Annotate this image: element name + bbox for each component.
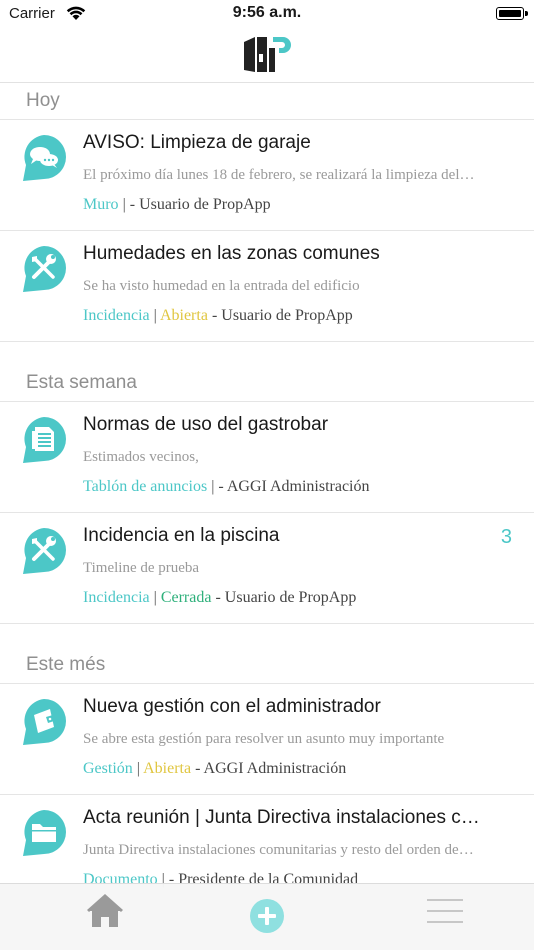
menu-icon[interactable]	[426, 896, 464, 926]
item-meta: Incidencia | Cerrada - Usuario de PropAp…	[83, 589, 357, 606]
item-snippet: El próximo día lunes 18 de febrero, se r…	[83, 167, 475, 183]
item-meta: Gestión | Abierta - AGGI Administración	[83, 760, 347, 777]
item-category: Gestión	[83, 760, 133, 777]
item-meta: Muro | - Usuario de PropApp	[83, 196, 271, 213]
item-title: Incidencia en la piscina	[83, 525, 280, 546]
section-header-today: Hoy	[0, 84, 534, 120]
item-title: AVISO: Limpieza de garaje	[83, 132, 311, 153]
item-category: Incidencia	[83, 589, 150, 606]
item-category: Muro	[83, 196, 119, 213]
feed-item[interactable]: Nueva gestión con el administrador Se ab…	[0, 684, 534, 795]
item-author: - Usuario de PropApp	[211, 307, 353, 324]
item-author: - Usuario de PropApp	[215, 589, 357, 606]
item-meta: Tablón de anuncios | - AGGI Administraci…	[83, 478, 370, 495]
feed-item[interactable]: Normas de uso del gastrobar Estimados ve…	[0, 402, 534, 513]
item-author: - AGGI Administración	[195, 760, 347, 777]
feed-item[interactable]: Humedades en las zonas comunes Se ha vis…	[0, 231, 534, 342]
clock: 9:56 a.m.	[232, 4, 302, 21]
item-snippet: Junta Directiva instalaciones comunitari…	[83, 842, 475, 858]
home-icon[interactable]	[86, 893, 124, 929]
item-status: Abierta	[159, 307, 208, 324]
document-icon	[23, 417, 66, 463]
tools-icon	[23, 528, 66, 574]
folder-icon	[23, 810, 66, 856]
item-snippet: Se ha visto humedad en la entrada del ed…	[83, 278, 360, 294]
add-circle-icon[interactable]	[249, 898, 285, 934]
item-title: Nueva gestión con el administrador	[83, 696, 381, 717]
item-category: Tablón de anuncios	[83, 478, 208, 495]
app-header	[0, 28, 534, 83]
section-header-this-month: Este més	[0, 648, 534, 684]
item-status: Cerrada	[160, 589, 212, 606]
wallet-icon	[23, 699, 66, 745]
propapp-logo	[244, 37, 291, 72]
feed-item[interactable]: AVISO: Limpieza de garaje El próximo día…	[0, 120, 534, 231]
tab-bar	[0, 883, 534, 950]
item-status: Abierta	[143, 760, 192, 777]
item-snippet: Estimados vecinos,	[83, 449, 199, 465]
feed-item[interactable]: Incidencia en la piscina 3 Timeline de p…	[0, 513, 534, 624]
chat-bubbles-icon	[23, 135, 66, 181]
item-title: Normas de uso del gastrobar	[83, 414, 329, 435]
status-bar: Carrier 9:56 a.m.	[0, 0, 534, 28]
battery-icon	[496, 7, 528, 20]
item-snippet: Se abre esta gestión para resolver un as…	[83, 731, 445, 747]
item-author: - AGGI Administración	[218, 478, 370, 495]
notification-feed: Hoy AVISO: Limpieza de garaje El próximo…	[0, 84, 534, 906]
item-title: Acta reunión | Junta Directiva instalaci…	[83, 807, 483, 828]
item-snippet: Timeline de prueba	[83, 560, 200, 576]
section-header-this-week: Esta semana	[0, 366, 534, 402]
item-meta: Incidencia | Abierta - Usuario de PropAp…	[83, 307, 353, 324]
comment-count-badge: 3	[500, 526, 512, 548]
item-title: Humedades en las zonas comunes	[83, 243, 380, 264]
tools-icon	[23, 246, 66, 292]
item-category: Incidencia	[83, 307, 150, 324]
item-author: - Usuario de PropApp	[129, 196, 271, 213]
